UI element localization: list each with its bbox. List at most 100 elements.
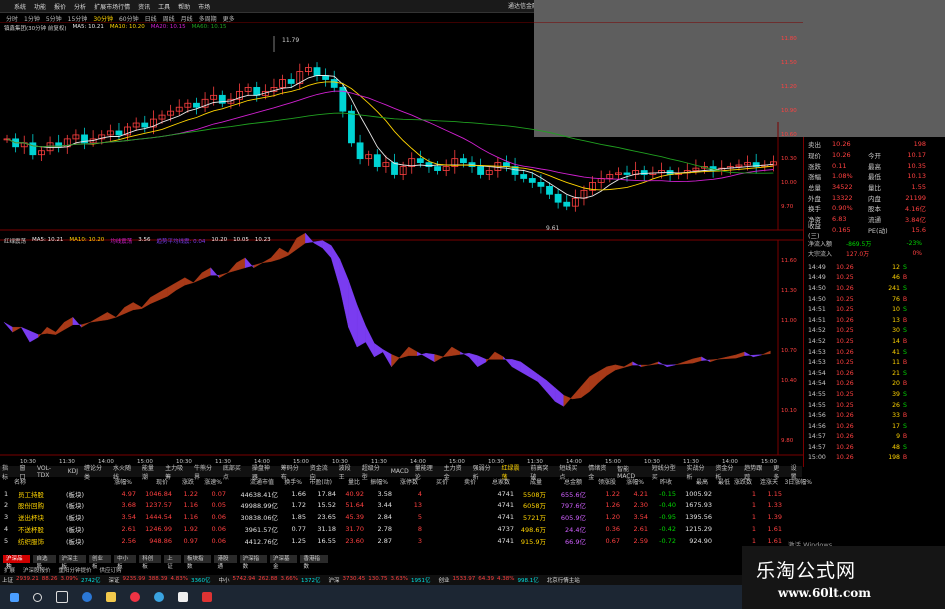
market-tab-7[interactable]: 板块指数 bbox=[184, 555, 212, 570]
tick-time: 14:53 bbox=[808, 359, 826, 367]
table-header-cell[interactable]: 涨跌数 bbox=[730, 477, 752, 486]
menu-item-4[interactable]: 扩展市场行情 bbox=[94, 2, 130, 11]
news-item-0[interactable]: 扩展 bbox=[4, 566, 15, 574]
search-icon[interactable] bbox=[33, 592, 42, 602]
cell-tag: (板块) bbox=[66, 490, 85, 499]
table-header-cell[interactable]: 3日涨幅% bbox=[778, 477, 812, 486]
table-header-cell[interactable]: 流通市值 bbox=[222, 477, 274, 486]
table-header-cell[interactable]: 连涨天 bbox=[752, 477, 778, 486]
table-header-cell[interactable]: 领涨股 bbox=[582, 477, 616, 486]
market-tab-1[interactable]: 自选股 bbox=[33, 555, 56, 570]
tick-row[interactable]: 14:57 10.26 48 S bbox=[808, 442, 945, 453]
tick-row[interactable]: 14:50 10.26 241 S bbox=[808, 283, 945, 294]
menu-item-8[interactable]: 市场 bbox=[198, 2, 210, 11]
table-header-cell[interactable]: 涨速% bbox=[194, 477, 222, 486]
table-header-cell[interactable]: 最高 bbox=[672, 477, 708, 486]
chrome-icon[interactable] bbox=[130, 592, 140, 602]
table-header-cell[interactable]: 市盈(动) bbox=[302, 477, 332, 486]
table-header-cell[interactable]: 现价 bbox=[132, 477, 168, 486]
trading-app-icon[interactable] bbox=[202, 592, 212, 602]
table-row[interactable]: 4 不送杯股 (板块) 2.61 1246.99 1.92 0.06 3961.57亿 0.77… bbox=[0, 523, 800, 534]
tick-volume: 10 bbox=[892, 306, 900, 314]
table-row[interactable]: 1 员工持股 (板块) 4.97 1046.84 1.22 0.07 44638.41亿 1.6… bbox=[0, 488, 800, 499]
right-panel-divider bbox=[803, 137, 804, 467]
candle-body bbox=[348, 110, 355, 144]
menu-item-0[interactable]: 系统 bbox=[14, 2, 26, 11]
oscillator-band bbox=[701, 356, 711, 363]
tick-row[interactable]: 14:56 10.26 17 S bbox=[808, 421, 945, 432]
news-item-3[interactable]: 供应订购 bbox=[100, 566, 122, 574]
tick-row[interactable]: 14:49 10.26 12 S bbox=[808, 262, 945, 273]
menu-item-6[interactable]: 工具 bbox=[158, 2, 170, 11]
tick-row[interactable]: 14:57 10.26 9 B bbox=[808, 432, 945, 443]
tick-row[interactable]: 14:55 10.25 39 S bbox=[808, 389, 945, 400]
table-header-cell[interactable]: 量比 bbox=[332, 477, 360, 486]
indicator-tab-15[interactable]: MACD bbox=[391, 468, 409, 475]
app-icon-2[interactable] bbox=[178, 592, 188, 602]
table-header-cell[interactable]: 振幅% bbox=[360, 477, 388, 486]
tick-row[interactable]: 15:00 10.26 198 B bbox=[808, 453, 945, 464]
task-view-icon[interactable] bbox=[56, 591, 68, 603]
table-header-cell[interactable]: 买价 bbox=[418, 477, 448, 486]
tick-row[interactable]: 14:52 10.25 30 S bbox=[808, 326, 945, 337]
table-header-cell[interactable]: 涨幅% bbox=[616, 477, 644, 486]
news-item-1[interactable]: 沪深股报价 bbox=[23, 566, 51, 574]
market-tab-6[interactable]: 上证 bbox=[164, 555, 182, 570]
market-tab-8[interactable]: 港股通 bbox=[214, 555, 237, 570]
oscillator-band bbox=[529, 367, 539, 382]
tick-row[interactable]: 14:55 10.25 26 S bbox=[808, 400, 945, 411]
tick-list[interactable]: 14:49 10.26 12 S 14:49 10.25 46 B 14:50 10.26 241 S… bbox=[808, 262, 945, 463]
market-tab-3[interactable]: 创业板 bbox=[89, 555, 112, 570]
table-row[interactable]: 2 股份回购 (板块) 3.68 1237.57 1.16 0.05 49988.99亿 1.7… bbox=[0, 500, 800, 511]
market-tab-9[interactable]: 沪深指数 bbox=[239, 555, 268, 570]
table-header-cell[interactable]: 涨幅% bbox=[100, 477, 132, 486]
market-tab-11[interactable]: 香港指数 bbox=[300, 555, 328, 570]
news-item-2[interactable]: 重阳分钟提价 bbox=[59, 566, 92, 574]
tick-row[interactable]: 14:52 10.25 14 B bbox=[808, 336, 945, 347]
tick-row[interactable]: 14:54 10.26 21 S bbox=[808, 368, 945, 379]
table-header-cell[interactable]: 总金额 bbox=[542, 477, 582, 486]
oscillator-band bbox=[735, 351, 745, 359]
menu-item-3[interactable]: 分析 bbox=[74, 2, 86, 11]
table-header-cell[interactable]: 卖价 bbox=[448, 477, 476, 486]
table-row[interactable]: 3 送出杯块 (板块) 3.54 1444.54 1.16 0.06 30838.06亿 1.8… bbox=[0, 512, 800, 523]
sub-v1: 3.56 bbox=[138, 237, 151, 243]
menu-item-1[interactable]: 功能 bbox=[34, 2, 46, 11]
menu-item-7[interactable]: 帮助 bbox=[178, 2, 190, 11]
table-header-cell[interactable]: 成量 bbox=[510, 477, 542, 486]
indicator-tab-3[interactable]: KDJ bbox=[68, 468, 78, 475]
cell-amp: 2.84 bbox=[377, 513, 392, 522]
tick-direction: S bbox=[903, 422, 907, 430]
edge-icon[interactable] bbox=[82, 592, 92, 602]
folder-icon[interactable] bbox=[106, 592, 116, 602]
oscillator-band bbox=[606, 364, 616, 376]
table-header-cell[interactable]: 涨停数 bbox=[388, 477, 418, 486]
flow-label: 大宗流入 bbox=[808, 251, 833, 259]
market-tab-0[interactable]: 沪深品种 bbox=[3, 555, 31, 570]
table-header-cell[interactable]: 涨跌 bbox=[168, 477, 194, 486]
app-icon[interactable] bbox=[154, 592, 164, 602]
tick-row[interactable]: 14:53 10.25 11 B bbox=[808, 357, 945, 368]
tick-row[interactable]: 14:49 10.25 46 B bbox=[808, 273, 945, 284]
tick-row[interactable]: 14:51 10.25 10 S bbox=[808, 304, 945, 315]
market-tab-4[interactable]: 中小板 bbox=[114, 555, 137, 570]
table-header-cell[interactable]: 最低 bbox=[708, 477, 730, 486]
table-header-cell[interactable]: 名称 bbox=[14, 477, 62, 486]
market-tab-5[interactable]: 科创板 bbox=[139, 555, 162, 570]
oscillator-band bbox=[3, 322, 13, 333]
menu-item-5[interactable]: 资讯 bbox=[138, 2, 150, 11]
tick-row[interactable]: 14:50 10.25 76 B bbox=[808, 294, 945, 305]
tick-row[interactable]: 14:54 10.26 20 B bbox=[808, 379, 945, 390]
table-header-cell[interactable]: 换手% bbox=[274, 477, 302, 486]
menu-item-2[interactable]: 报价 bbox=[54, 2, 66, 11]
market-tab-10[interactable]: 沪深基金 bbox=[270, 555, 298, 570]
table-header-cell[interactable]: 昨收 bbox=[644, 477, 672, 486]
windows-start-icon[interactable] bbox=[10, 592, 19, 602]
tick-row[interactable]: 14:51 10.26 13 B bbox=[808, 315, 945, 326]
tick-row[interactable]: 14:53 10.26 41 S bbox=[808, 347, 945, 358]
table-header-cell[interactable]: 总家数 bbox=[476, 477, 510, 486]
table-row[interactable]: 5 纺织服饰 (板块) 2.56 948.86 0.97 0.06 4412.76亿 1.25 1… bbox=[0, 535, 800, 546]
index-pct: 4.38% bbox=[497, 576, 515, 582]
market-tab-2[interactable]: 沪深主板 bbox=[58, 555, 86, 570]
tick-row[interactable]: 14:56 10.26 33 B bbox=[808, 410, 945, 421]
